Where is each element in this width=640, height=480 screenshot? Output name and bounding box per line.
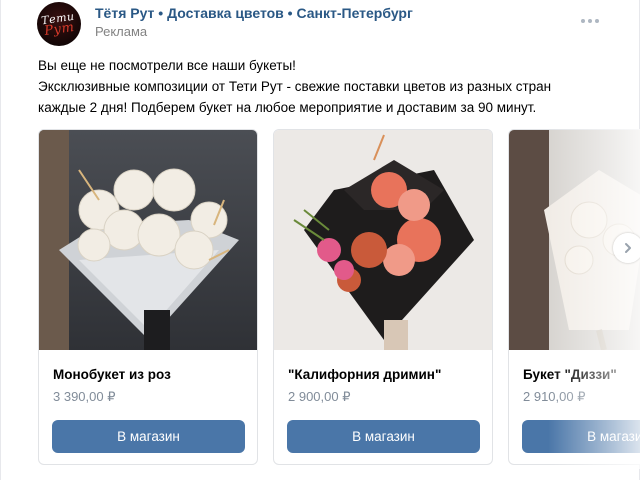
to-shop-button[interactable]: В магазин — [287, 420, 480, 453]
post-text: Вы еще не посмотрели все наши букеты! Эк… — [38, 55, 628, 118]
post-text-line: Эксклюзивные композиции от Тети Рут - св… — [38, 79, 552, 94]
product-name[interactable]: Монобукет из роз — [53, 367, 171, 382]
product-price: 3 390,00 ₽ — [53, 389, 116, 404]
product-card[interactable]: "Калифорния дримин" 2 900,00 ₽ В магазин — [273, 129, 493, 465]
product-name[interactable]: Букет "Диззи" — [523, 367, 617, 382]
chevron-right-icon[interactable] — [613, 233, 640, 263]
ad-label: Реклама — [95, 24, 148, 39]
post-text-line: каждые 2 дня! Подберем букет на любое ме… — [38, 100, 537, 115]
product-photo[interactable] — [274, 130, 492, 350]
product-card[interactable]: Монобукет из роз 3 390,00 ₽ В магазин — [38, 129, 258, 465]
product-card[interactable]: Букет "Диззи" 2 910,00 ₽ В магазин — [508, 129, 640, 465]
product-carousel: Монобукет из роз 3 390,00 ₽ В магазин "К… — [38, 129, 640, 469]
to-shop-button[interactable]: В магазин — [52, 420, 245, 453]
post-author-link[interactable]: Тётя Рут • Доставка цветов • Санкт-Петер… — [95, 5, 413, 21]
ellipsis-icon[interactable] — [578, 16, 602, 26]
avatar[interactable]: Тети Рут — [37, 2, 81, 46]
brand-logo: Тети Рут — [40, 9, 76, 39]
product-photo[interactable] — [39, 130, 257, 350]
post-text-line: Вы еще не посмотрели все наши букеты! — [38, 58, 296, 73]
product-price: 2 910,00 ₽ — [523, 389, 586, 404]
product-price: 2 900,00 ₽ — [288, 389, 351, 404]
product-name[interactable]: "Калифорния дримин" — [288, 367, 441, 382]
to-shop-button[interactable]: В магазин — [522, 420, 640, 453]
